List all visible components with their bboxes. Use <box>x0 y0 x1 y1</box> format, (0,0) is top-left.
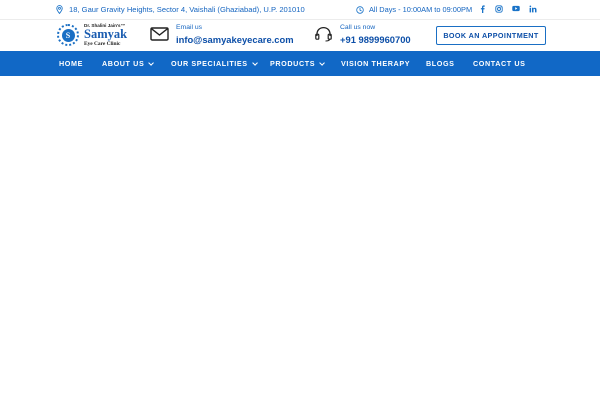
logo-emblem-icon: S <box>57 24 79 46</box>
facebook-icon[interactable] <box>478 4 486 13</box>
nav-item-label: BLOGS <box>426 59 455 68</box>
nav-item-label: OUR SPECIALITIES <box>171 59 248 68</box>
nav-item-about-us[interactable]: ABOUT US <box>102 51 155 76</box>
address: 18, Gaur Gravity Heights, Sector 4, Vais… <box>56 5 305 14</box>
nav-item-label: PRODUCTS <box>270 59 316 68</box>
linkedin-icon[interactable] <box>529 4 537 13</box>
nav-item-label: VISION THERAPY <box>341 59 411 68</box>
nav-item-home[interactable]: HOME <box>59 51 83 76</box>
main-navigation: HOME ABOUT US OUR SPECIALITIES PRODUCTS … <box>0 51 600 76</box>
address-text: 18, Gaur Gravity Heights, Sector 4, Vais… <box>69 5 305 14</box>
nav-item-products[interactable]: PRODUCTS <box>270 51 326 76</box>
social-links <box>478 4 537 13</box>
logo-name: Samyak <box>84 27 128 41</box>
nav-item-blogs[interactable]: BLOGS <box>426 51 455 76</box>
email-link[interactable]: info@samyakeyecare.com <box>176 34 294 45</box>
main-content-area <box>0 76 600 400</box>
clock-icon <box>356 5 364 14</box>
phone-link[interactable]: +91 9899960700 <box>340 34 411 45</box>
youtube-icon[interactable] <box>512 4 520 13</box>
nav-item-our-specialities[interactable]: OUR SPECIALITIES <box>171 51 258 76</box>
chevron-down-icon <box>148 59 155 66</box>
book-appointment-button[interactable]: BOOK AN APPOINTMENT <box>436 26 546 45</box>
logo-letter: S <box>61 28 75 42</box>
instagram-icon[interactable] <box>495 4 503 13</box>
logo-subtitle: Eye Care Clinic <box>84 41 121 47</box>
headset-icon <box>315 26 332 42</box>
map-pin-icon <box>56 5 63 14</box>
nav-item-label: CONTACT US <box>473 59 526 68</box>
opening-hours: All Days - 10:00AM to 09:00PM <box>356 5 472 14</box>
site-header: S Dr. Shalini Jain's™ Samyak Eye Care Cl… <box>0 20 600 51</box>
chevron-down-icon <box>319 59 326 66</box>
hours-text: All Days - 10:00AM to 09:00PM <box>369 5 473 14</box>
phone-label: Call us now <box>340 24 376 31</box>
chevron-down-icon <box>251 59 258 66</box>
nav-item-contact-us[interactable]: CONTACT US <box>473 51 526 76</box>
nav-item-label: HOME <box>59 59 83 68</box>
nav-item-vision-therapy[interactable]: VISION THERAPY <box>341 51 410 76</box>
clinic-logo[interactable]: S Dr. Shalini Jain's™ Samyak Eye Care Cl… <box>57 22 157 50</box>
envelope-icon <box>150 27 169 41</box>
nav-item-label: ABOUT US <box>102 59 145 68</box>
email-label: Email us <box>176 24 203 31</box>
top-info-bar: 18, Gaur Gravity Heights, Sector 4, Vais… <box>0 0 600 20</box>
